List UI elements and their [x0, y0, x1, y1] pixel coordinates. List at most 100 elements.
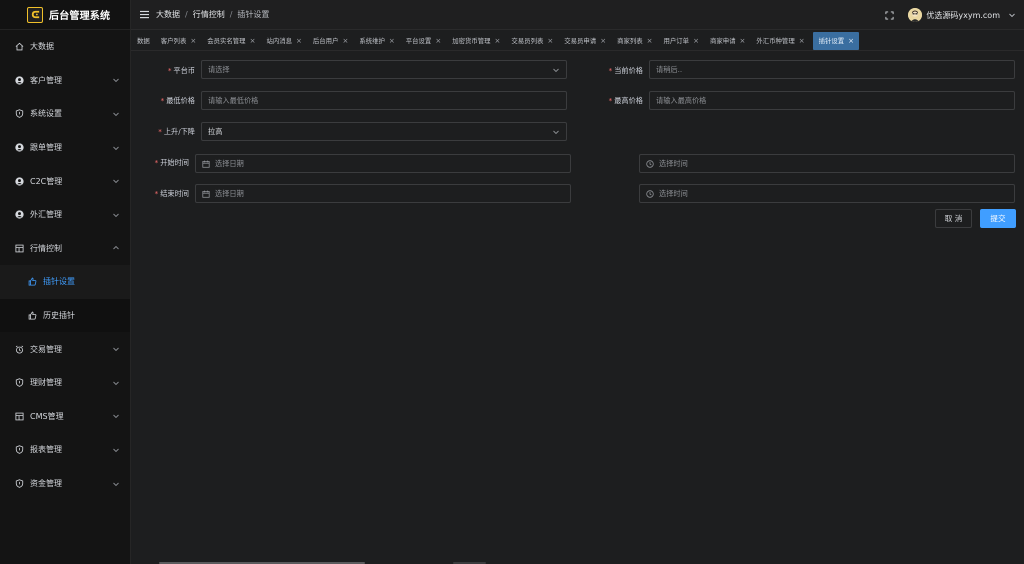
tab[interactable]: 平台设置 × — [400, 31, 446, 50]
sidebar-item[interactable]: 交易管理 — [0, 332, 130, 366]
max-price-input[interactable]: 请输入最高价格 — [649, 91, 1015, 110]
close-icon[interactable]: × — [647, 37, 653, 45]
max-price-label-wrap: * 最高价格 — [571, 91, 643, 110]
sidebar-item[interactable]: 报表管理 — [0, 433, 130, 467]
end-time-label-wrap: * 结束时间 — [133, 184, 189, 203]
app-logo-bar[interactable]: 后台管理系统 — [0, 0, 130, 30]
chevron-up-icon — [112, 244, 120, 252]
avatar[interactable] — [908, 8, 923, 22]
tab[interactable]: 站内消息 × — [260, 31, 306, 50]
close-icon[interactable]: × — [342, 37, 348, 45]
tab-label: 平台设置 — [405, 37, 432, 45]
sidebar-menu: 大数据 客户管理 系统设置 跟单管理 C2C管理外汇管理 行情控制 插针设置 历史插针交易管理… — [0, 30, 130, 500]
sidebar-item[interactable]: 行情控制 — [0, 232, 130, 266]
start-time-label: * 开始时间 — [155, 158, 189, 168]
fullscreen-icon[interactable] — [885, 10, 894, 20]
tab-label: 加密货币管理 — [452, 37, 491, 45]
close-icon[interactable]: × — [190, 37, 196, 45]
chevron-down-icon — [112, 177, 120, 185]
tab[interactable]: 后台用户 × — [307, 31, 353, 50]
sidebar-subitem[interactable]: 插针设置 — [0, 265, 130, 299]
platform-coin-label-text: 平台币 — [173, 65, 195, 75]
sidebar-item-label: C2C管理 — [30, 176, 63, 186]
sidebar-item[interactable]: 资金管理 — [0, 467, 130, 501]
tab-label: 插针设置 — [818, 37, 845, 45]
sidebar-item[interactable]: 跟单管理 — [0, 131, 130, 165]
tab[interactable]: 商家申请 × — [704, 31, 750, 50]
tab[interactable]: 商家列表 × — [611, 31, 657, 50]
sidebar-item-label: 交易管理 — [30, 344, 62, 354]
sidebar-item[interactable]: 客户管理 — [0, 64, 130, 98]
close-icon[interactable]: × — [799, 37, 805, 45]
sidebar-subitem[interactable]: 历史插针 — [0, 298, 130, 333]
current-price-label-wrap: * 当前价格 — [571, 61, 643, 80]
tab[interactable]: 客户列表 × — [155, 31, 201, 50]
tab-label: 商家列表 — [617, 37, 643, 45]
breadcrumb-item[interactable]: 行情控制 — [193, 9, 225, 20]
submit-button[interactable]: 提交 — [980, 209, 1016, 228]
tab[interactable]: 交易员申请 × — [558, 31, 611, 50]
chevron-down-icon — [112, 446, 120, 454]
sidebar-item[interactable]: C2C管理 — [0, 164, 130, 198]
sidebar-item[interactable]: 外汇管理 — [0, 198, 130, 232]
tab[interactable]: 会员实名管理 × — [201, 31, 260, 50]
sidebar-item[interactable]: 大数据 — [0, 30, 130, 64]
user-circle-icon — [14, 75, 24, 85]
min-price-input[interactable]: 请输入最低价格 — [201, 91, 567, 110]
header-user-area: 优选源码yxym.com — [885, 0, 1016, 30]
cancel-button[interactable]: 取 消 — [935, 209, 972, 228]
shield-icon — [14, 479, 24, 489]
current-price-input[interactable]: 请稍后.. — [649, 60, 1015, 79]
tab[interactable]: 数据 — [131, 31, 155, 50]
chevron-down-icon — [552, 128, 560, 136]
start-date-picker[interactable]: 选择日期 — [195, 154, 571, 173]
required-mark: * — [154, 157, 159, 167]
start-time-picker[interactable]: 选择时间 — [639, 154, 1015, 173]
platform-coin-label-wrap: * 平台币 — [151, 61, 195, 80]
sidebar: 后台管理系统 大数据 客户管理 系统设置 跟单管理 C2C管理外汇管理 行情控制 插针设置历… — [0, 0, 131, 564]
sidebar-item[interactable]: 系统设置 — [0, 97, 130, 131]
close-icon[interactable]: × — [296, 37, 302, 45]
chevron-down-icon — [112, 480, 120, 488]
user-circle-icon — [14, 176, 24, 186]
close-icon[interactable]: × — [848, 37, 854, 45]
breadcrumb-separator: / — [185, 10, 188, 19]
end-date-picker[interactable]: 选择日期 — [195, 184, 571, 203]
sidebar-item[interactable]: 理财管理 — [0, 366, 130, 400]
required-mark: * — [167, 65, 172, 75]
tab[interactable]: 外汇币种管理 × — [750, 31, 809, 50]
tab-active[interactable]: 插针设置 × — [812, 31, 860, 50]
close-icon[interactable]: × — [495, 37, 501, 45]
tab-label: 交易员申请 — [564, 37, 597, 45]
tab[interactable]: 系统维护 × — [353, 31, 399, 50]
chevron-down-icon[interactable] — [1008, 11, 1016, 19]
required-mark: * — [158, 126, 162, 136]
tab[interactable]: 交易员列表 × — [505, 31, 558, 50]
close-icon[interactable]: × — [250, 37, 256, 45]
tags-view-bar: 数据 客户列表 × 会员实名管理 × 站内消息 × 后台用户 × 系统维护 × 平台设置 × 加密货币管理… — [131, 31, 1024, 51]
username[interactable]: 优选源码yxym.com — [926, 10, 1000, 21]
close-icon[interactable]: × — [693, 37, 699, 45]
close-icon[interactable]: × — [435, 37, 441, 45]
breadcrumb-item-current: 插针设置 — [237, 10, 270, 19]
close-icon[interactable]: × — [740, 37, 746, 45]
end-time-placeholder: 选择时间 — [659, 188, 688, 198]
end-time-picker[interactable]: 选择时间 — [639, 184, 1015, 203]
tab[interactable]: 用户订单 × — [658, 31, 704, 50]
chevron-down-icon — [552, 66, 560, 74]
direction-select[interactable]: 拉高 — [201, 122, 567, 141]
clock-icon — [646, 189, 654, 198]
tab[interactable]: 加密货币管理 × — [446, 31, 505, 50]
alarm-icon — [14, 344, 24, 354]
chevron-down-icon — [112, 144, 120, 152]
sidebar-item[interactable]: CMS管理 — [0, 400, 130, 434]
platform-coin-select[interactable]: 请选择 — [201, 60, 567, 79]
chevron-down-icon — [112, 412, 120, 420]
close-icon[interactable]: × — [389, 37, 395, 45]
tab-label: 交易员列表 — [511, 37, 544, 45]
hamburger-icon[interactable] — [140, 10, 149, 19]
breadcrumb-item[interactable]: 大数据 — [156, 9, 180, 20]
current-price-label-text: 当前价格 — [614, 65, 643, 75]
close-icon[interactable]: × — [600, 37, 606, 45]
close-icon[interactable]: × — [547, 37, 553, 45]
